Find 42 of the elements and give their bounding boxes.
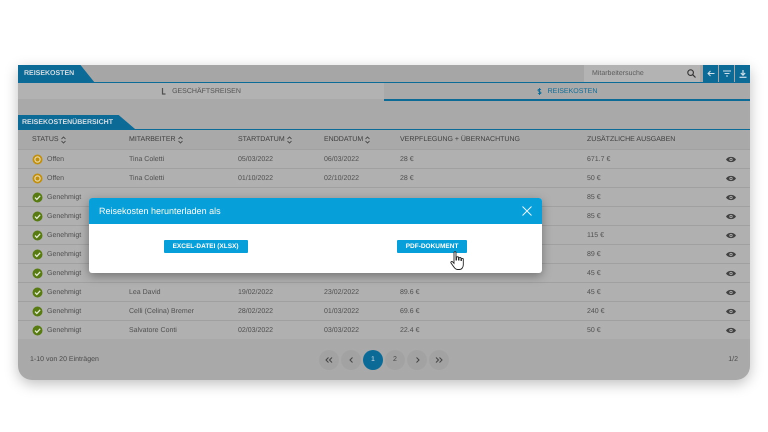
- view-icon: [726, 194, 736, 200]
- back-button[interactable]: [703, 65, 718, 82]
- view-icon: [726, 270, 736, 276]
- view-icon: [726, 174, 736, 182]
- chevron-left-icon[interactable]: [348, 356, 354, 362]
- sort-icon[interactable]: [286, 136, 292, 144]
- filter-button[interactable]: [719, 65, 734, 82]
- view-icon: [726, 156, 736, 162]
- view-icon: [726, 232, 736, 238]
- check-icon: [32, 286, 43, 298]
- check-icon: [32, 230, 43, 240]
- search-button[interactable]: [683, 65, 700, 82]
- pending-icon: [32, 154, 43, 164]
- check-icon: [32, 268, 43, 278]
- sort-icon[interactable]: [365, 136, 370, 144]
- double-chevron-right-icon[interactable]: [435, 356, 443, 362]
- sort-icon[interactable]: [60, 136, 66, 144]
- check-icon: [32, 210, 43, 222]
- check-icon: [32, 248, 43, 260]
- sort-icon[interactable]: [178, 136, 183, 144]
- last-page-button[interactable]: [429, 350, 449, 370]
- first-page-button[interactable]: [319, 350, 339, 370]
- view-icon: [726, 250, 736, 258]
- view-icon: [726, 326, 736, 334]
- view-icon: [726, 212, 736, 220]
- check-icon: [32, 306, 43, 316]
- download-button[interactable]: [735, 65, 750, 82]
- search-icon[interactable]: [687, 69, 696, 78]
- double-chevron-left-icon[interactable]: [325, 356, 333, 362]
- check-icon: [32, 324, 43, 336]
- download-icon[interactable]: [738, 70, 746, 78]
- close-button[interactable]: [522, 206, 532, 216]
- view-icon: [726, 308, 736, 314]
- dollar-icon: [536, 88, 542, 94]
- chevron-right-icon[interactable]: [414, 356, 420, 362]
- view-icon: [726, 288, 736, 296]
- arrow-left-icon[interactable]: [706, 70, 714, 77]
- filter-icon[interactable]: [722, 70, 730, 77]
- l-shape-icon: [161, 88, 166, 94]
- pending-icon: [32, 172, 43, 184]
- dialog-title: Reisekosten herunterladen als: [99, 206, 221, 216]
- check-icon: [32, 192, 43, 202]
